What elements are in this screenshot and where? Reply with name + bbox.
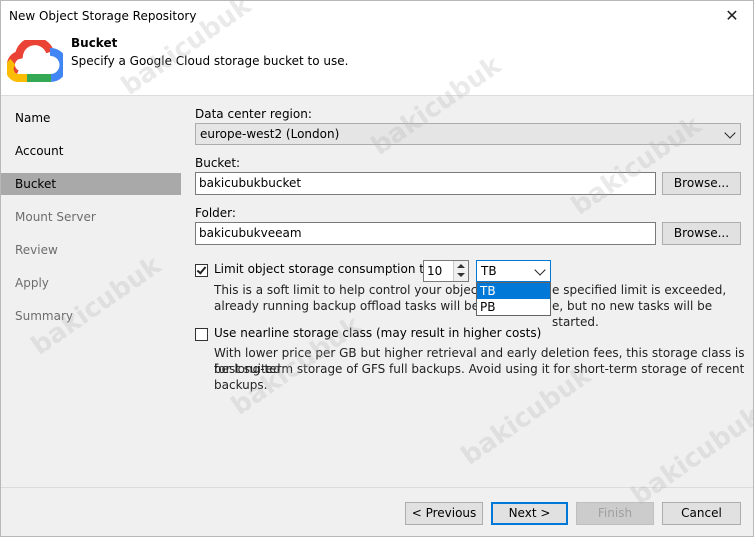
- unit-option-tb[interactable]: TB: [477, 283, 550, 299]
- nearline-description-2: for long-term storage of GFS full backup…: [214, 362, 745, 392]
- limit-stepper[interactable]: 10: [423, 260, 469, 282]
- footer-divider: [1, 487, 753, 488]
- step-name[interactable]: Name: [1, 107, 181, 129]
- step-account[interactable]: Account: [1, 140, 181, 162]
- page-title: Bucket: [71, 36, 118, 50]
- nearline-label: Use nearline storage class (may result i…: [214, 326, 542, 340]
- unit-value: TB: [481, 264, 497, 278]
- close-icon[interactable]: ✕: [721, 6, 743, 26]
- limit-description-1: This is a soft limit to help control you…: [214, 282, 516, 298]
- unit-option-pb[interactable]: PB: [477, 299, 550, 315]
- chevron-down-icon: [534, 264, 546, 276]
- window-title: New Object Storage Repository: [9, 9, 197, 23]
- limit-description-1b: e specified limit is exceeded,: [552, 283, 727, 297]
- region-select[interactable]: europe-west2 (London): [195, 123, 741, 145]
- title-bar: New Object Storage Repository ✕: [1, 1, 753, 32]
- folder-field[interactable]: bakicubukveeam: [195, 222, 656, 245]
- folder-browse-button[interactable]: Browse...: [662, 222, 741, 245]
- region-value: europe-west2 (London): [200, 127, 340, 141]
- arrow-up-icon[interactable]: [457, 264, 465, 268]
- bucket-browse-button[interactable]: Browse...: [662, 172, 741, 195]
- checkmark-icon: [196, 264, 207, 275]
- bucket-field[interactable]: bakicubukbucket: [195, 172, 656, 195]
- limit-description-2b: e, but no new tasks will be started.: [552, 299, 713, 329]
- chevron-down-icon: [724, 127, 736, 139]
- step-summary: Summary: [15, 309, 73, 323]
- bucket-settings-panel: Data center region: europe-west2 (London…: [181, 97, 753, 487]
- limit-value: 10: [427, 264, 443, 278]
- step-bucket[interactable]: Bucket: [1, 173, 181, 195]
- limit-desc-1a: This is a soft limit to help control you…: [214, 283, 517, 297]
- finish-button: Finish: [576, 502, 654, 525]
- limit-description-2: already running backup offload tasks wil…: [214, 299, 514, 313]
- cancel-button[interactable]: Cancel: [662, 502, 741, 525]
- step-apply: Apply: [15, 276, 49, 290]
- unit-select[interactable]: TB: [476, 260, 551, 282]
- bucket-label: Bucket:: [195, 156, 241, 170]
- nearline-checkbox[interactable]: [195, 328, 208, 341]
- next-button[interactable]: Next >: [491, 502, 568, 525]
- wizard-window: New Object Storage Repository ✕ Bucket S…: [0, 0, 754, 537]
- wizard-header: Bucket Specify a Google Cloud storage bu…: [1, 32, 753, 96]
- region-label: Data center region:: [195, 107, 312, 121]
- unit-dropdown-list: TB PB: [476, 282, 551, 316]
- step-review: Review: [15, 243, 58, 257]
- wizard-steps: Name Account Bucket Mount Server Review …: [1, 97, 181, 487]
- arrow-down-icon[interactable]: [457, 273, 465, 277]
- folder-label: Folder:: [195, 206, 236, 220]
- previous-button[interactable]: < Previous: [405, 502, 483, 525]
- step-mount-server: Mount Server: [15, 210, 96, 224]
- google-cloud-icon: [7, 40, 63, 82]
- page-subtitle: Specify a Google Cloud storage bucket to…: [71, 54, 349, 68]
- stepper-buttons[interactable]: [453, 261, 468, 281]
- limit-checkbox[interactable]: [195, 264, 208, 277]
- limit-label: Limit object storage consumption to:: [214, 262, 436, 276]
